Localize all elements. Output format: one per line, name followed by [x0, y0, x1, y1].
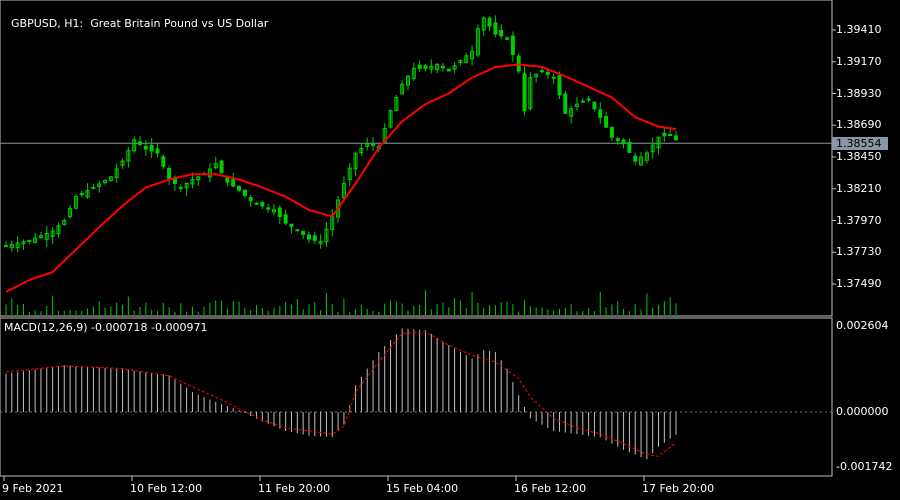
- candle-body: [668, 134, 673, 137]
- chart-title: GBPUSD, H1: Great Britain Pound vs US Do…: [4, 4, 268, 30]
- candle-body: [580, 100, 585, 103]
- price-tick-label: 1.39410: [836, 23, 882, 36]
- moving-average-path: [5, 63, 677, 293]
- candle-body: [161, 156, 166, 167]
- price-pane-border: [0, 0, 833, 317]
- macd-tick-label: 0.000000: [836, 405, 889, 418]
- price-tick-label: 1.37490: [836, 277, 882, 290]
- price-candles: [4, 15, 678, 253]
- candle-body: [91, 186, 96, 189]
- candle-body: [563, 93, 568, 114]
- candle-body: [219, 160, 224, 174]
- candle-body: [295, 229, 300, 232]
- candle-body: [27, 239, 32, 242]
- candle-body: [423, 65, 428, 69]
- candle-body: [551, 76, 556, 79]
- candle-body: [621, 139, 626, 145]
- candle-body: [79, 193, 84, 196]
- candle-body: [4, 245, 8, 248]
- symbol-label: GBPUSD, H1:: [11, 17, 84, 30]
- moving-average-line: [5, 63, 677, 293]
- candle-body: [592, 101, 597, 110]
- candle-body: [557, 75, 562, 96]
- candle-body: [260, 201, 265, 207]
- candle-body: [237, 185, 242, 191]
- candle-body: [301, 230, 306, 235]
- price-tick-label: 1.38930: [836, 86, 882, 100]
- candle-body: [615, 138, 620, 141]
- candle-body: [155, 148, 160, 154]
- time-tick-label: 15 Feb 04:00: [386, 482, 459, 495]
- candle-body: [277, 207, 282, 218]
- candle-body: [598, 109, 603, 118]
- candle-body: [510, 35, 515, 55]
- axis-ticks: [3, 29, 836, 481]
- current-price-label: 1.38554: [832, 137, 888, 150]
- candle-body: [604, 115, 609, 128]
- price-tick-label: 1.39170: [836, 54, 882, 68]
- time-tick-label: 9 Feb 2021: [2, 482, 64, 495]
- candle-body: [242, 189, 247, 196]
- price-tick-label: 1.38210: [836, 181, 882, 195]
- candle-body: [440, 65, 445, 69]
- time-tick-label: 17 Feb 20:00: [642, 482, 715, 495]
- price-tick-label: 1.38690: [836, 118, 882, 132]
- price-tick-label: 1.37730: [836, 245, 882, 259]
- candle-body: [487, 17, 492, 27]
- time-tick-label: 10 Feb 12:00: [130, 482, 203, 495]
- candle-body: [143, 145, 148, 150]
- candle-body: [289, 223, 294, 227]
- price-chart[interactable]: [0, 0, 900, 500]
- candle-body: [178, 186, 183, 189]
- candle-body: [167, 168, 172, 180]
- candle-body: [306, 234, 311, 240]
- macd-signal-path: [5, 331, 677, 457]
- candle-body: [662, 132, 667, 137]
- candle-body: [545, 71, 550, 75]
- macd-tick-label: 0.002604: [836, 319, 889, 332]
- candle-body: [609, 127, 614, 138]
- candle-body: [499, 29, 504, 37]
- candle-body: [417, 64, 422, 69]
- macd-pane-border: [0, 317, 833, 477]
- price-tick-label: 1.38450: [836, 150, 882, 163]
- macd-histogram: [5, 328, 677, 460]
- candle-body: [674, 135, 678, 141]
- candle-body: [149, 144, 154, 152]
- candle-body: [540, 70, 544, 73]
- candle-body: [586, 98, 591, 101]
- candle-body: [627, 141, 632, 153]
- candle-body: [312, 235, 317, 241]
- time-tick-label: 16 Feb 12:00: [514, 482, 587, 495]
- candle-body: [283, 214, 288, 224]
- candle-body: [231, 179, 236, 187]
- candle-body: [248, 197, 253, 202]
- volume-bars: [5, 290, 677, 315]
- candle-body: [633, 155, 638, 162]
- chart-frame: [0, 0, 833, 477]
- candle-body: [254, 202, 259, 205]
- time-tick-label: 11 Feb 20:00: [258, 482, 331, 495]
- macd-tick-label: -0.001742: [836, 460, 893, 473]
- symbol-description: Great Britain Pound vs US Dollar: [90, 17, 269, 30]
- price-tick-label: 1.37970: [836, 213, 882, 227]
- macd-label: MACD(12,26,9) -0.000718 -0.000971: [4, 321, 208, 334]
- candle-body: [138, 141, 142, 145]
- candle-body: [446, 68, 451, 72]
- macd-signal-line: [5, 331, 677, 457]
- candle-body: [522, 73, 527, 112]
- candle-body: [371, 143, 376, 146]
- candle-body: [493, 22, 498, 35]
